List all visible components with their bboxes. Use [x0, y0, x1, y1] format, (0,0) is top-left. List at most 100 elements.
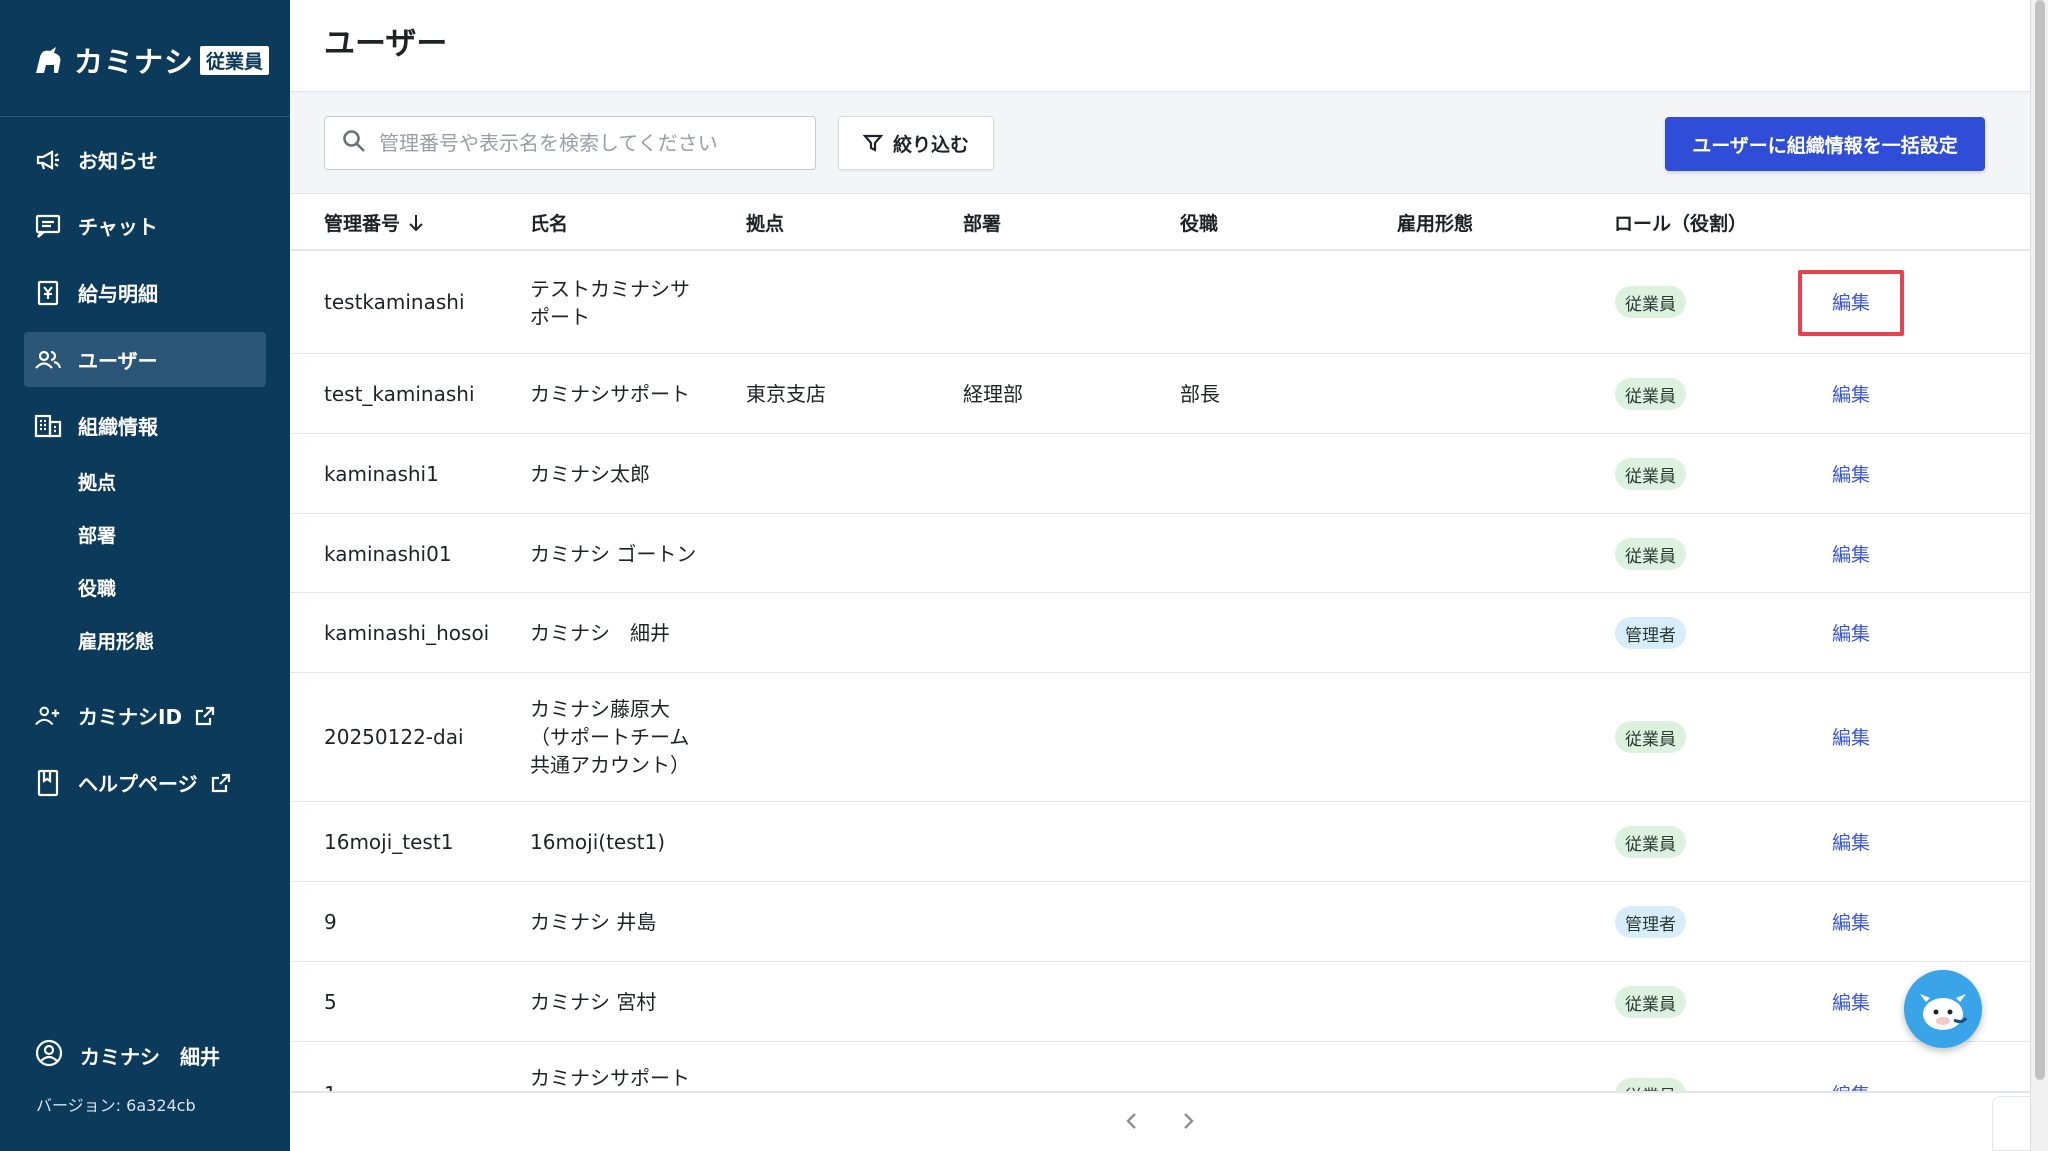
chatbot-button[interactable] — [1904, 970, 1982, 1048]
sidebar-item-users[interactable]: ユーザー — [24, 332, 266, 387]
filter-button[interactable]: 絞り込む — [838, 116, 994, 170]
current-user[interactable]: カミナシ 細井 — [34, 1038, 220, 1073]
column-header-site: 拠点 — [746, 213, 785, 235]
sidebar-item-label: お知らせ — [78, 149, 158, 173]
sidebar-item-label: カミナシID — [78, 705, 183, 729]
search-input[interactable] — [379, 131, 799, 155]
toolbar: 絞り込む ユーザーに組織情報を一括設定 — [290, 92, 2030, 194]
sidebar-subitem-employment[interactable]: 雇用形態 — [78, 620, 154, 660]
cell-site: 東京支店 — [746, 382, 826, 406]
role-badge: 従業員 — [1615, 721, 1686, 753]
column-header-role: ロール（役割） — [1614, 213, 1748, 235]
search-box[interactable] — [324, 116, 816, 170]
edit-link[interactable]: 編集 — [1832, 1080, 1870, 1091]
app-logo[interactable]: カミナシ 従業員 — [32, 40, 270, 80]
role-badge: 従業員 — [1615, 538, 1686, 570]
role-badge: 管理者 — [1615, 906, 1686, 938]
megaphone-icon — [34, 146, 62, 174]
sidebar-item-label: ヘルプページ — [78, 772, 198, 796]
cell-id: testkaminashi — [324, 290, 465, 314]
brand-name: カミナシ — [74, 45, 195, 79]
cell-id: kaminashi1 — [324, 462, 439, 486]
sidebar-subitem-sites[interactable]: 拠点 — [78, 461, 116, 501]
edit-link[interactable]: 編集 — [1832, 908, 1870, 935]
role-badge: 管理者 — [1615, 617, 1686, 649]
next-page-icon[interactable] — [1176, 1109, 1200, 1133]
prev-page-icon[interactable] — [1120, 1109, 1144, 1133]
cell-name: カミナシサポート — [530, 382, 690, 406]
sidebar-item-label: 組織情報 — [78, 415, 158, 439]
edit-link[interactable]: 編集 — [1832, 988, 1870, 1015]
edit-link[interactable]: 編集 — [1832, 380, 1870, 407]
table-row: kaminashi_hosoi カミナシ 細井 管理者 編集 — [290, 593, 2030, 673]
name-line: テストカミナシサ — [530, 277, 690, 301]
sidebar-link-help[interactable]: ヘルプページ — [24, 755, 266, 810]
column-header-label: 管理番号 — [324, 213, 401, 235]
sidebar-item-label: チャット — [78, 215, 158, 239]
table-row: kaminashi1 カミナシ太郎 従業員 編集 — [290, 434, 2030, 514]
cell-id: 5 — [324, 990, 337, 1014]
edit-link[interactable]: 編集 — [1832, 723, 1870, 750]
search-icon — [341, 128, 367, 158]
highlight-box — [1798, 270, 1904, 336]
cell-id: 20250122-dai — [324, 725, 464, 749]
column-header-id[interactable]: 管理番号 — [324, 209, 424, 236]
role-badge: 従業員 — [1615, 378, 1686, 410]
sidebar-item-org[interactable]: 組織情報 — [24, 398, 266, 453]
sidebar-item-payslip[interactable]: 給与明細 — [24, 265, 266, 320]
scrollbar[interactable] — [2030, 0, 2048, 1151]
app-version: バージョン: 6a324cb — [36, 1096, 196, 1115]
sidebar-subitem-positions[interactable]: 役職 — [78, 567, 116, 607]
corner-widget — [1992, 1096, 2032, 1151]
edit-link[interactable]: 編集 — [1832, 619, 1870, 646]
cell-id: 16moji_test1 — [324, 830, 454, 854]
role-badge: 従業員 — [1615, 1078, 1686, 1091]
users-icon — [34, 346, 62, 374]
sidebar-item-news[interactable]: お知らせ — [24, 132, 266, 187]
goat-mascot-icon — [1920, 994, 1968, 1030]
cell-id: kaminashi_hosoi — [324, 621, 490, 645]
table-row: kaminashi01 カミナシ ゴートン 従業員 編集 — [290, 514, 2030, 593]
name-line: ポート — [530, 305, 590, 329]
divider — [0, 116, 290, 117]
add-user-icon — [34, 702, 62, 730]
cell-id: kaminashi01 — [324, 542, 452, 566]
sidebar-item-label: ユーザー — [78, 349, 158, 373]
page-header: ユーザー — [290, 0, 2030, 92]
external-link-icon — [210, 772, 232, 794]
table-row: 16moji_test1 16moji(test1) 従業員 編集 — [290, 802, 2030, 882]
cell-name: カミナシ藤原大 （サポートチーム 共通アカウント） — [530, 695, 700, 779]
edit-link[interactable]: 編集 — [1832, 460, 1870, 487]
scrollbar-thumb[interactable] — [2035, 0, 2045, 1080]
table-row: 20250122-dai カミナシ藤原大 （サポートチーム 共通アカウント） 従… — [290, 673, 2030, 802]
cell-id: 1 — [324, 1080, 337, 1091]
external-link-icon — [194, 705, 216, 727]
cell-department: 経理部 — [963, 382, 1023, 406]
sidebar-subitem-departments[interactable]: 部署 — [78, 514, 116, 554]
cell-id: 9 — [324, 910, 337, 934]
edit-link[interactable]: 編集 — [1832, 540, 1870, 567]
table-row: 5 カミナシ 宮村 従業員 編集 — [290, 962, 2030, 1042]
bulk-assign-org-button[interactable]: ユーザーに組織情報を一括設定 — [1665, 117, 1985, 171]
payslip-icon — [34, 279, 62, 307]
cell-name: 16moji(test1) — [530, 830, 666, 854]
edit-link[interactable]: 編集 — [1832, 828, 1870, 855]
sidebar-link-kaminashi-id[interactable]: カミナシID — [24, 688, 266, 743]
sidebar-item-label: 給与明細 — [78, 282, 158, 306]
role-badge: 従業員 — [1615, 286, 1686, 318]
building-icon — [34, 412, 62, 440]
cell-name: テストカミナシサ ポート — [530, 275, 700, 331]
cell-name: カミナシ ゴートン — [530, 542, 697, 566]
sidebar: カミナシ 従業員 お知らせ チャット 給与明細 ユーザー 組織情報 拠点 部署 … — [0, 0, 290, 1151]
table-row: test_kaminashi カミナシサポート 東京支店 経理部 部長 従業員 … — [290, 354, 2030, 434]
cell-name: カミナシ 井島 — [530, 910, 657, 934]
sidebar-item-chat[interactable]: チャット — [24, 198, 266, 253]
filter-button-label: 絞り込む — [892, 133, 969, 156]
cell-name: カミナシ 宮村 — [530, 990, 657, 1014]
page-title: ユーザー — [324, 26, 448, 62]
pagination-bar — [290, 1092, 2030, 1151]
name-line: カミナシ藤原大 — [530, 697, 670, 721]
filter-icon — [862, 133, 883, 153]
cell-name: カミナシサポート — [530, 1066, 690, 1090]
cell-name: カミナシ太郎 — [530, 462, 650, 486]
